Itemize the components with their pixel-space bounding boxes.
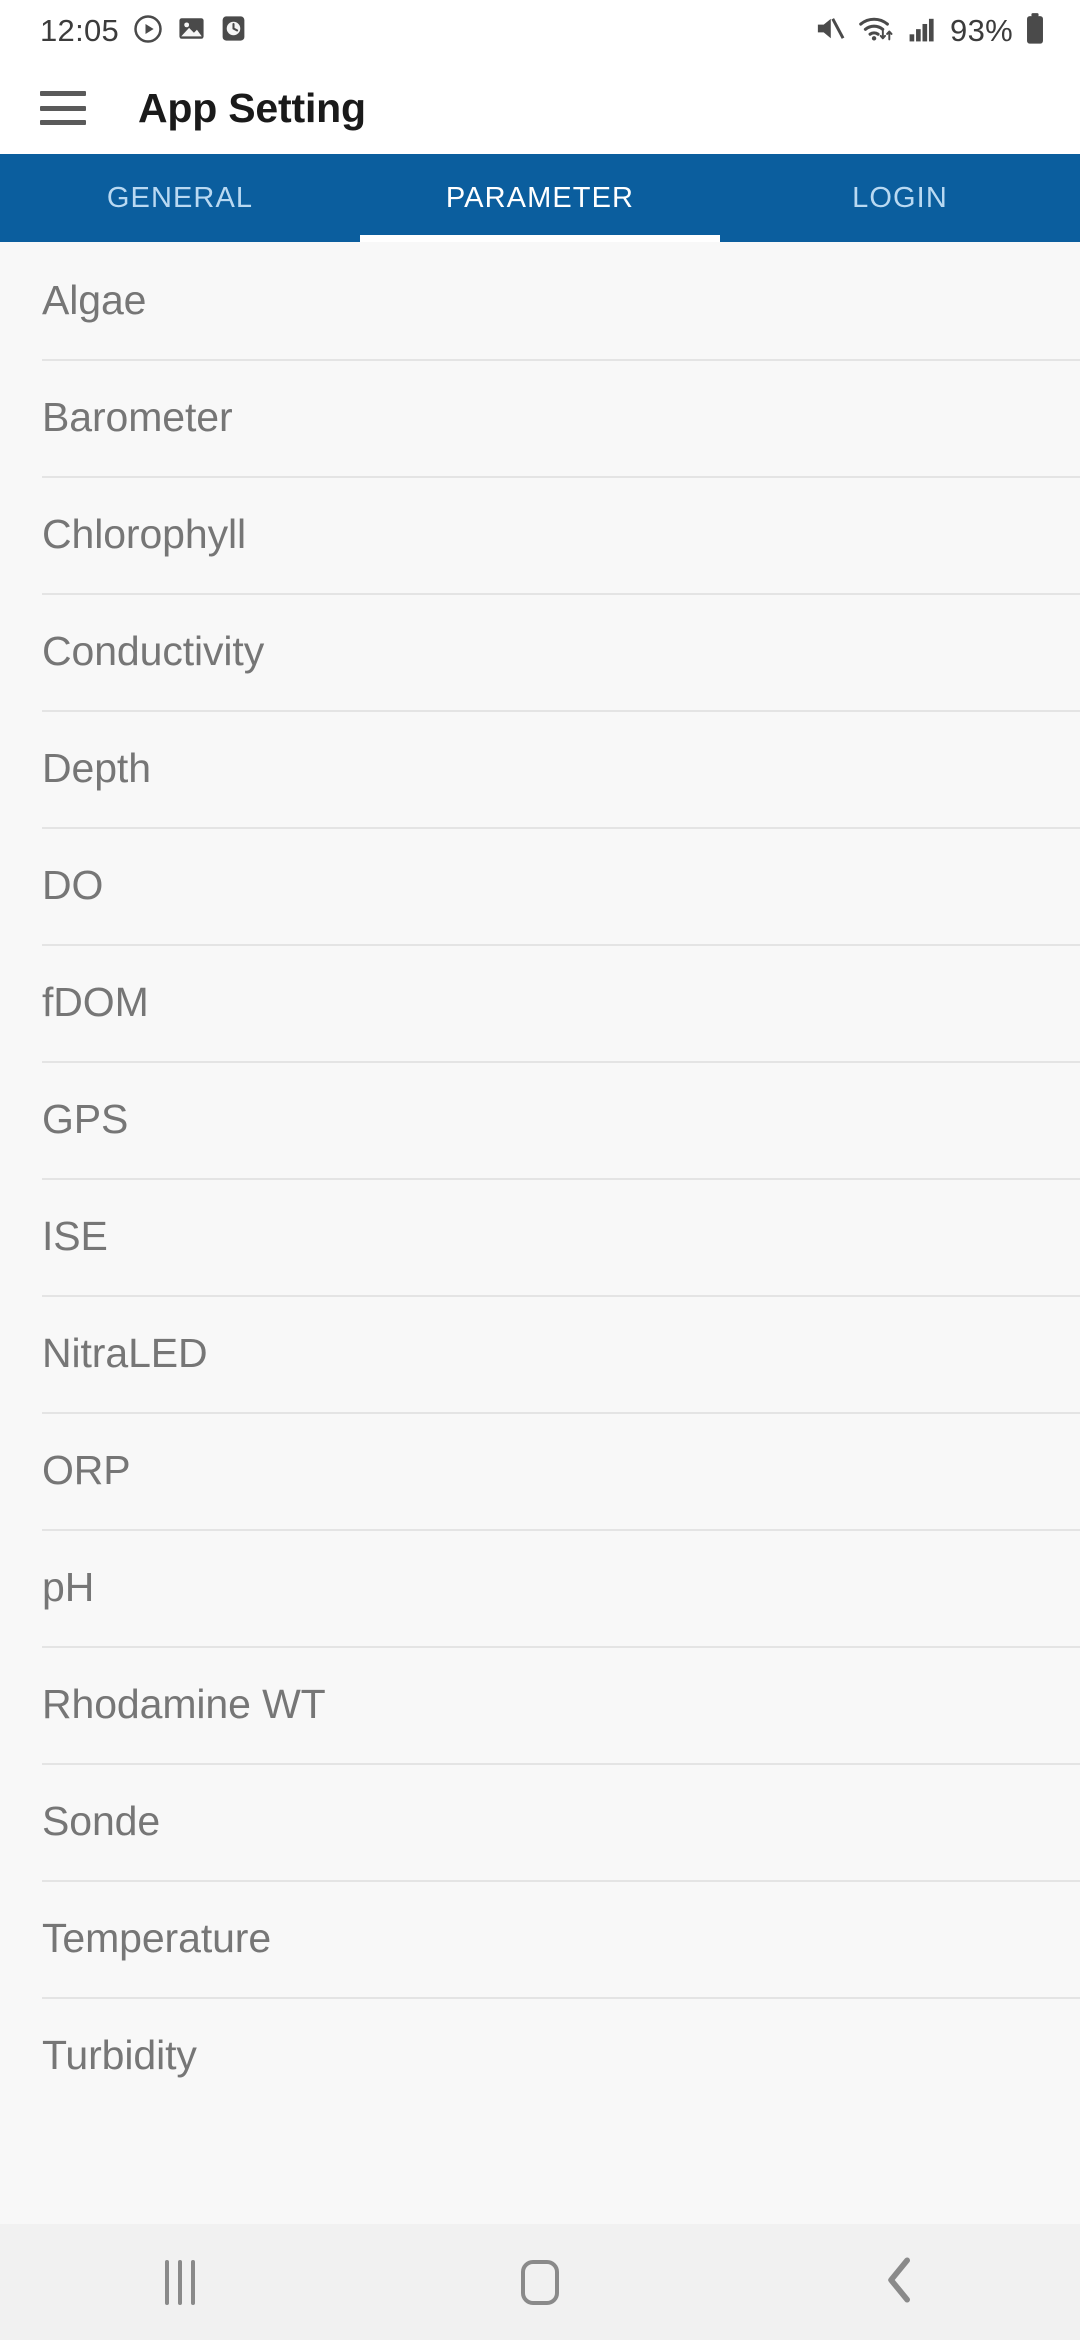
list-item-label: Turbidity xyxy=(42,2032,197,2078)
home-icon xyxy=(521,2259,559,2305)
list-item-label: ORP xyxy=(42,1447,131,1493)
list-item[interactable]: DO xyxy=(0,827,1080,944)
mute-icon xyxy=(813,13,846,49)
list-item-label: Algae xyxy=(42,277,147,323)
list-item-label: Temperature xyxy=(42,1915,272,1961)
list-item[interactable]: Barometer xyxy=(0,359,1080,476)
list-item-label: GPS xyxy=(42,1096,129,1142)
tab-login[interactable]: LOGIN xyxy=(720,154,1080,242)
list-item-label: Sonde xyxy=(42,1798,161,1844)
list-item[interactable]: Temperature xyxy=(0,1880,1080,1997)
list-item[interactable]: Conductivity xyxy=(0,593,1080,710)
list-item-label: Depth xyxy=(42,745,151,791)
list-item[interactable]: ORP xyxy=(0,1412,1080,1529)
recents-icon xyxy=(165,2259,195,2305)
list-item-label: fDOM xyxy=(42,979,149,1025)
list-item[interactable]: pH xyxy=(0,1529,1080,1646)
list-item-label: ISE xyxy=(42,1213,108,1259)
list-item[interactable]: Sonde xyxy=(0,1763,1080,1880)
battery-percent-label: 93% xyxy=(950,13,1013,48)
home-button[interactable] xyxy=(360,2259,720,2305)
page-title: App Setting xyxy=(138,84,366,131)
tab-general[interactable]: GENERAL xyxy=(0,154,360,242)
list-item[interactable]: Rhodamine WT xyxy=(0,1646,1080,1763)
parameter-list[interactable]: Algae Barometer Chlorophyll Conductivity… xyxy=(0,242,1080,2224)
image-icon xyxy=(177,14,206,48)
status-bar-left: 12:05 xyxy=(40,13,247,49)
list-item-label: NitraLED xyxy=(42,1330,208,1376)
list-item[interactable]: Algae xyxy=(0,242,1080,359)
list-item-label: Rhodamine WT xyxy=(42,1681,326,1727)
status-bar: 12:05 93% xyxy=(0,0,1080,62)
app-bar: App Setting xyxy=(0,62,1080,154)
navigation-bar xyxy=(0,2224,1080,2340)
recents-button[interactable] xyxy=(0,2259,360,2305)
tab-parameter[interactable]: PARAMETER xyxy=(360,154,720,242)
signal-icon xyxy=(906,13,939,49)
list-item-label: DO xyxy=(42,862,104,908)
status-bar-clock: 12:05 xyxy=(40,13,120,48)
back-button[interactable] xyxy=(720,2255,1080,2310)
back-chevron-icon xyxy=(883,2255,917,2310)
battery-full-icon xyxy=(1024,12,1046,50)
wifi-icon xyxy=(857,13,895,49)
status-bar-right: 93% xyxy=(813,12,1046,50)
list-item[interactable]: fDOM xyxy=(0,944,1080,1061)
list-item[interactable]: GPS xyxy=(0,1061,1080,1178)
hamburger-menu-icon[interactable] xyxy=(40,91,86,125)
tab-bar: GENERAL PARAMETER LOGIN xyxy=(0,154,1080,242)
list-item[interactable]: ISE xyxy=(0,1178,1080,1295)
list-item[interactable]: Depth xyxy=(0,710,1080,827)
list-item[interactable]: Turbidity xyxy=(0,1997,1080,2114)
list-item-label: pH xyxy=(42,1564,95,1610)
phone-screen: 12:05 93% App Setting GENERAL PARAMETER … xyxy=(0,0,1080,2340)
list-item-label: Chlorophyll xyxy=(42,511,247,557)
list-item[interactable]: NitraLED xyxy=(0,1295,1080,1412)
play-circle-icon xyxy=(133,14,163,49)
clock-icon xyxy=(220,14,247,48)
list-item-label: Barometer xyxy=(42,394,233,440)
list-item[interactable]: Chlorophyll xyxy=(0,476,1080,593)
list-item-label: Conductivity xyxy=(42,628,265,674)
